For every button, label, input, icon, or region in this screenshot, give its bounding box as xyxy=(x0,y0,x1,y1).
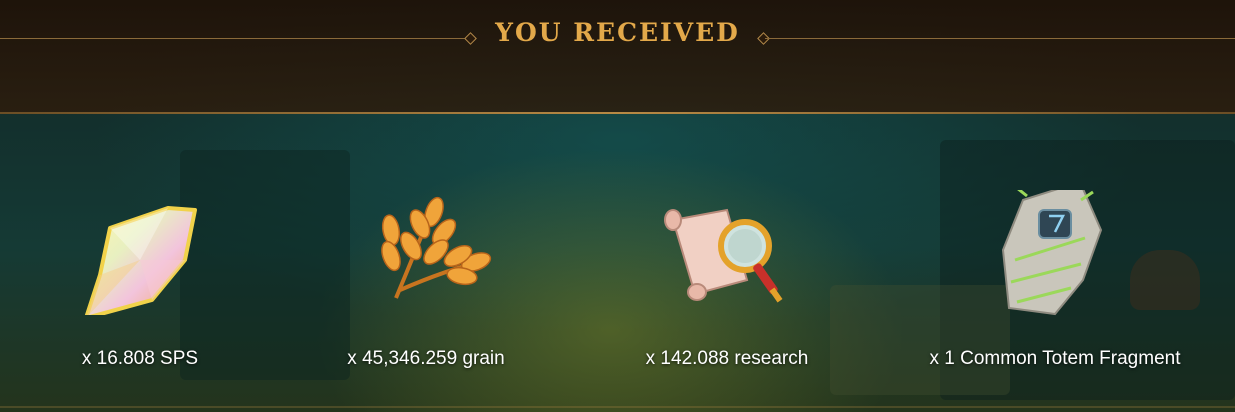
rewards-dialog: YOU RECEIVED x 16.808 SPS x 45,346.259 g… xyxy=(0,0,1235,412)
reward-item: x 16.808 SPS xyxy=(0,190,290,380)
footer-border xyxy=(0,406,1235,408)
reward-label: x 45,346.259 grain xyxy=(347,348,505,369)
sps-crystal-icon xyxy=(84,206,197,315)
title-ornament-left xyxy=(464,32,477,45)
reward-item: x 1 Common Totem Fragment xyxy=(905,190,1205,380)
title-divider-left xyxy=(0,38,468,39)
reward-label: x 1 Common Totem Fragment xyxy=(929,348,1181,369)
grain-icon xyxy=(381,196,492,299)
header-border xyxy=(0,112,1235,114)
dialog-title: YOU RECEIVED xyxy=(495,18,740,47)
reward-item: x 45,346.259 grain xyxy=(276,190,576,380)
reward-label: x 142.088 research xyxy=(645,348,809,369)
title-row: YOU RECEIVED xyxy=(0,14,1235,54)
reward-label: x 16.808 SPS xyxy=(81,348,199,369)
research-scroll-icon xyxy=(664,208,783,303)
title-divider-right xyxy=(765,38,1235,39)
totem-fragment-icon xyxy=(1001,190,1103,316)
reward-item: x 142.088 research xyxy=(577,190,877,380)
